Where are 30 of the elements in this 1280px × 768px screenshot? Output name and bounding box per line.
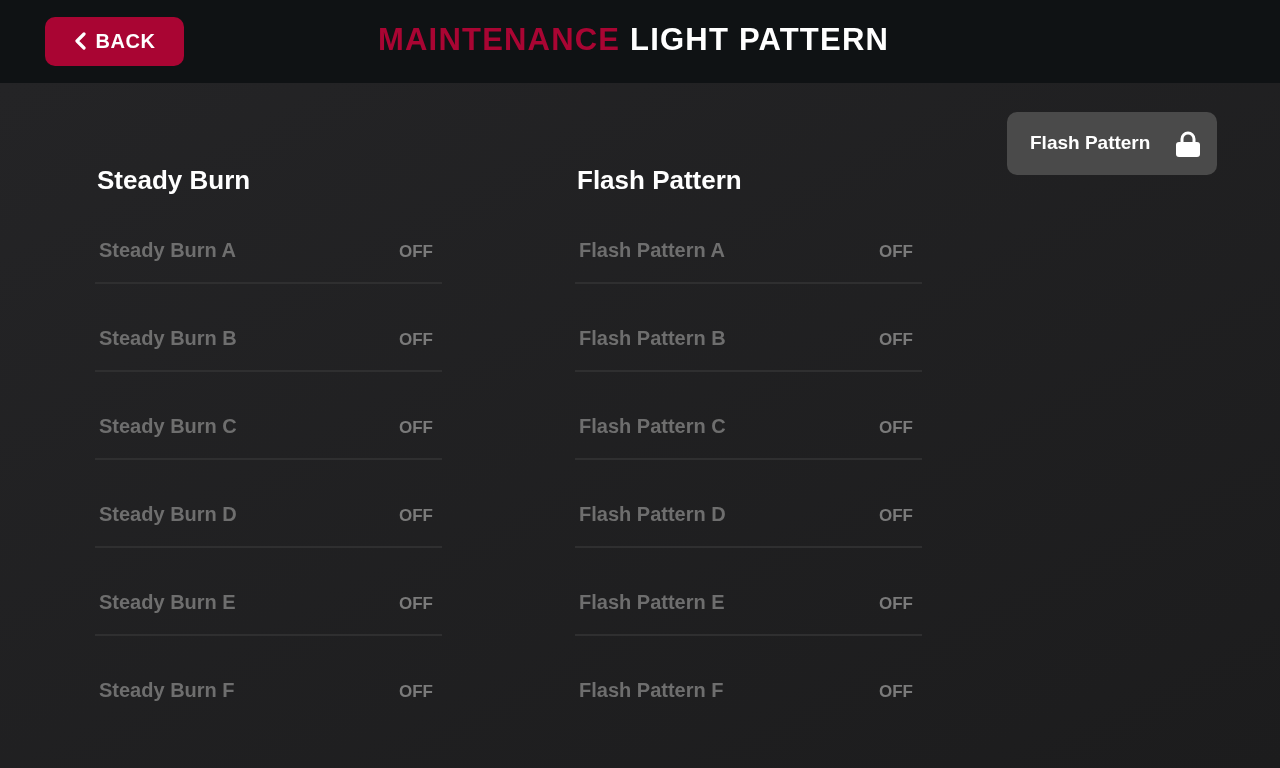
pattern-name: Flash Pattern F	[579, 678, 724, 703]
status-label: OFF	[399, 593, 433, 615]
pattern-name: Flash Pattern C	[579, 414, 726, 439]
pattern-name: Flash Pattern A	[579, 238, 725, 263]
status-label: OFF	[879, 593, 913, 615]
status-label: OFF	[399, 329, 433, 351]
chevron-left-icon	[73, 32, 86, 50]
pattern-name: Steady Burn E	[99, 590, 236, 615]
back-button[interactable]: BACK	[45, 16, 184, 66]
status-label: OFF	[399, 681, 433, 703]
pattern-name: Steady Burn F	[99, 678, 235, 703]
status-label: OFF	[399, 417, 433, 439]
status-label: OFF	[399, 505, 433, 527]
section-heading: Flash Pattern	[576, 164, 743, 196]
status-label: OFF	[399, 241, 433, 263]
pattern-name: Flash Pattern D	[579, 502, 726, 527]
page-title: MAINTENANCE LIGHT PATTERN	[378, 21, 890, 59]
status-label: OFF	[879, 681, 913, 703]
pattern-name: Flash Pattern B	[579, 326, 726, 351]
pattern-name: Steady Burn A	[99, 238, 237, 263]
status-label: OFF	[879, 505, 913, 527]
status-label: OFF	[879, 329, 913, 351]
pattern-name: Steady Burn C	[99, 414, 237, 439]
section-heading: Steady Burn	[96, 164, 252, 196]
pattern-name: Steady Burn B	[99, 326, 237, 351]
status-label: OFF	[879, 241, 913, 263]
pattern-name: Flash Pattern E	[579, 590, 725, 615]
flash-pattern-button[interactable]: Flash Pattern	[1007, 112, 1217, 175]
pattern-name: Steady Burn D	[99, 502, 237, 527]
status-label: OFF	[879, 417, 913, 439]
